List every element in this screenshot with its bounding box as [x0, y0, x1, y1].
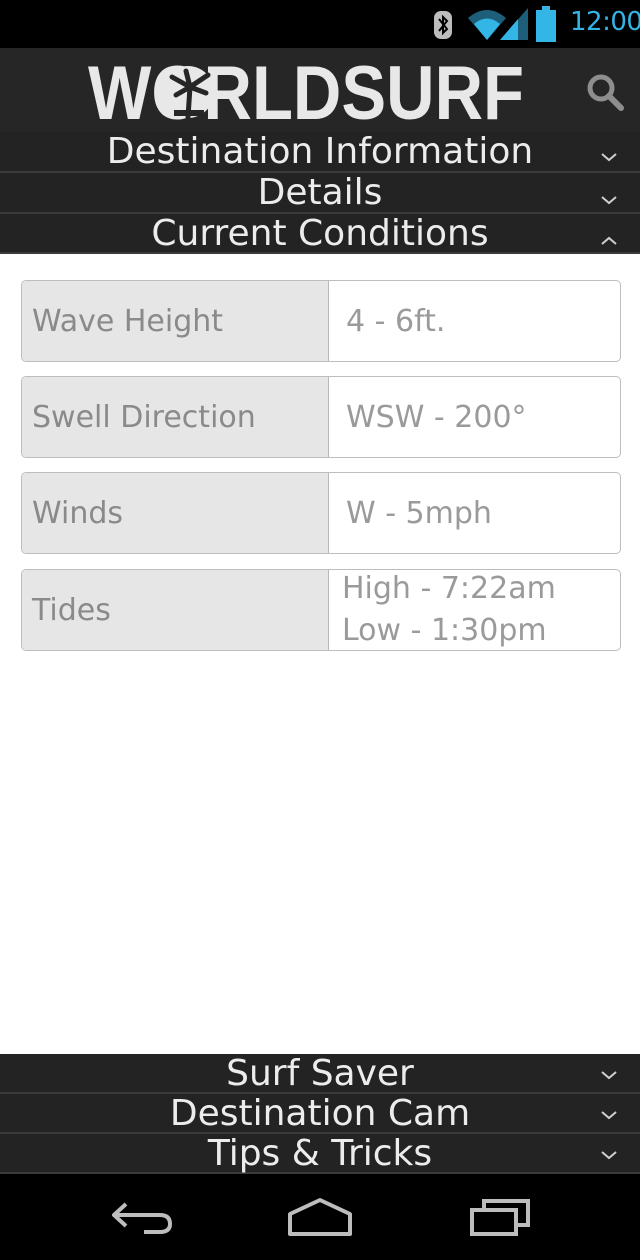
section-details[interactable]: Details [0, 173, 640, 214]
section-current-conditions[interactable]: Current Conditions [0, 214, 640, 254]
tide-low: Low - 1:30pm [342, 613, 547, 648]
chevron-down-icon [601, 1151, 617, 1160]
condition-label: Swell Direction [22, 377, 329, 457]
condition-row-tides: Tides High - 7:22am Low - 1:30pm [21, 569, 621, 651]
bluetooth-icon [434, 11, 452, 39]
back-icon[interactable] [108, 1198, 174, 1238]
section-destination-information[interactable]: Destination Information [0, 132, 640, 173]
home-icon[interactable] [286, 1196, 354, 1238]
chevron-down-icon [601, 1071, 617, 1080]
search-icon[interactable] [585, 72, 625, 112]
worldsurf-logo: WORLDSURF [88, 57, 524, 127]
svg-text:WORLDSURF: WORLDSURF [88, 57, 524, 127]
section-surf-saver[interactable]: Surf Saver [0, 1054, 640, 1094]
clock: 12:00 [570, 7, 640, 37]
section-label: Destination Cam [169, 1093, 471, 1134]
condition-label: Tides [22, 570, 329, 650]
cell-signal-icon [500, 8, 528, 40]
section-tips-and-tricks[interactable]: Tips & Tricks [0, 1134, 640, 1174]
section-label: Details [257, 172, 383, 213]
navigation-bar [0, 1174, 640, 1260]
battery-icon [536, 6, 556, 42]
condition-value: 4 - 6ft. [346, 303, 446, 339]
tide-high: High - 7:22am [342, 571, 556, 606]
condition-label: Winds [22, 473, 329, 553]
condition-value: High - 7:22am Low - 1:30pm [329, 570, 620, 650]
condition-label: Wave Height [22, 281, 329, 361]
condition-row-wave-height: Wave Height 4 - 6ft. [21, 280, 621, 362]
chevron-down-icon [601, 196, 617, 205]
condition-value: WSW - 200° [346, 399, 527, 435]
section-label: Tips & Tricks [207, 1133, 433, 1174]
section-destination-cam[interactable]: Destination Cam [0, 1094, 640, 1134]
recent-apps-icon[interactable] [468, 1198, 532, 1236]
condition-value: W - 5mph [346, 495, 492, 531]
condition-row-winds: Winds W - 5mph [21, 472, 621, 554]
section-label: Destination Information [106, 131, 534, 172]
chevron-down-icon [601, 153, 617, 162]
chevron-up-icon [601, 236, 617, 245]
chevron-down-icon [601, 1111, 617, 1120]
section-label: Surf Saver [226, 1053, 414, 1094]
status-bar: 12:00 [0, 0, 640, 48]
section-label: Current Conditions [151, 213, 489, 254]
condition-row-swell-direction: Swell Direction WSW - 200° [21, 376, 621, 458]
